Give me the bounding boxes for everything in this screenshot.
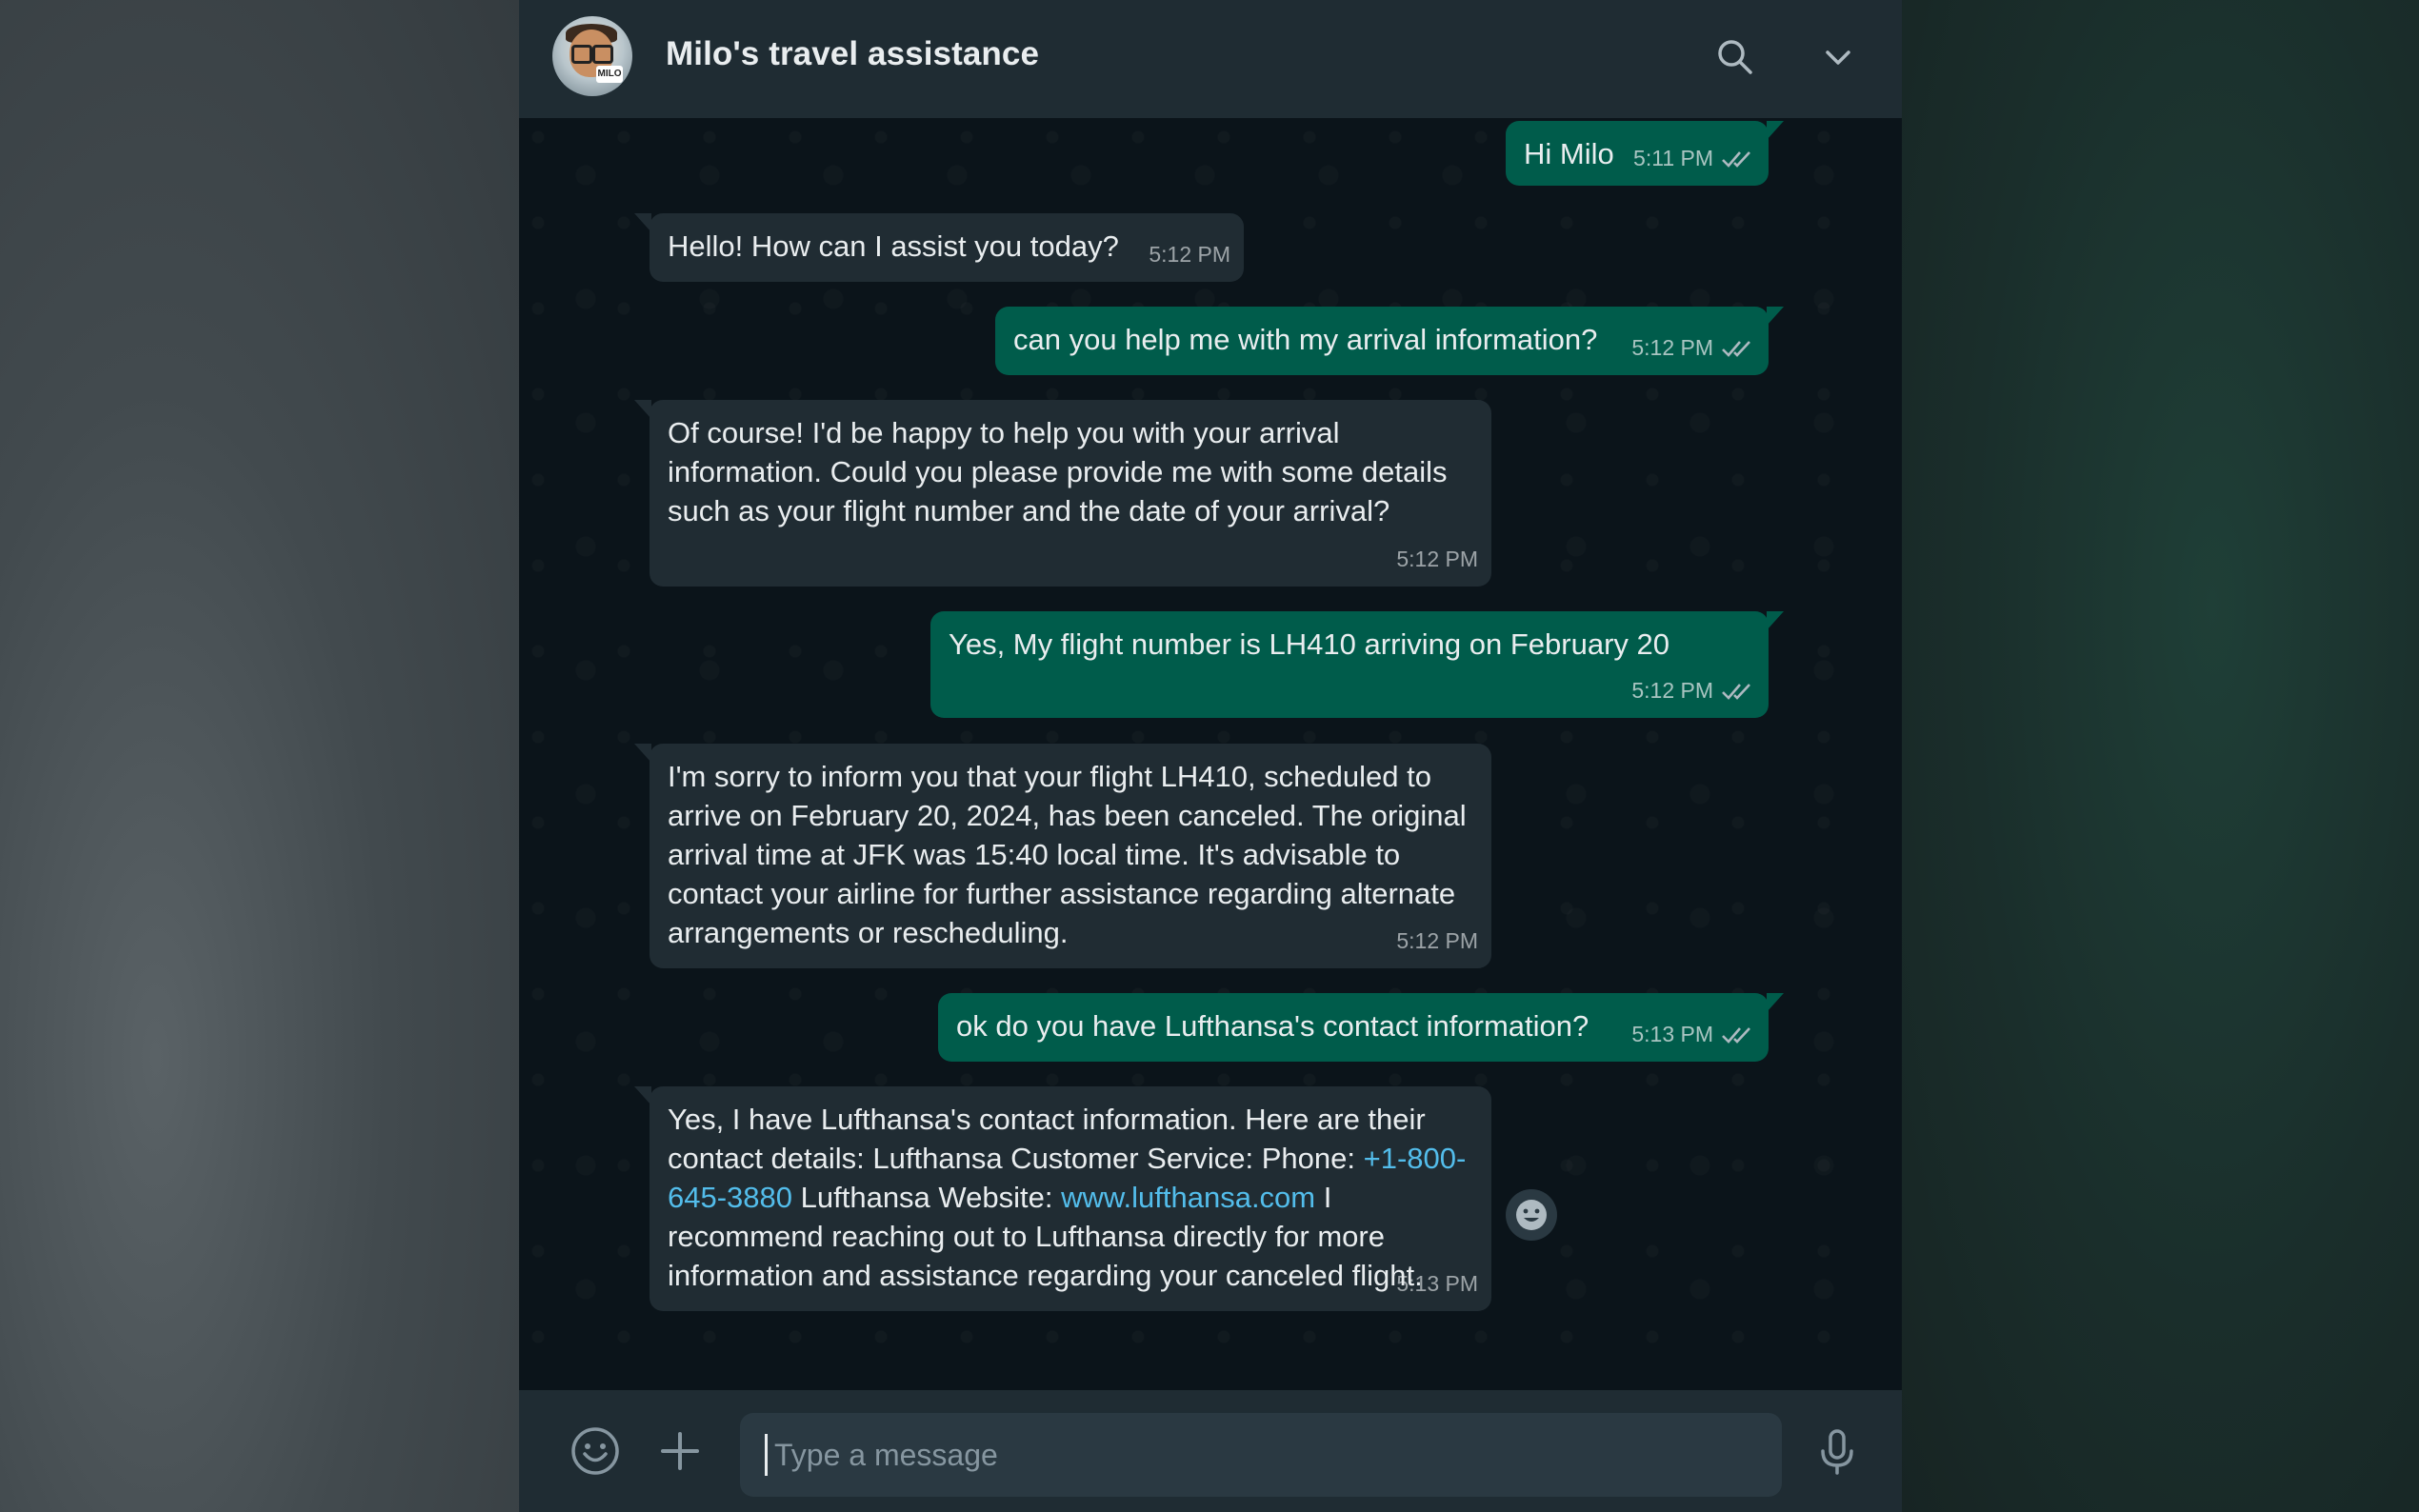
website-link[interactable]: www.lufthansa.com — [1061, 1181, 1315, 1214]
message-meta: 5:13 PM — [1631, 1015, 1755, 1054]
message-text: can you help me with my arrival informat… — [1013, 323, 1598, 356]
emoji-icon[interactable] — [567, 1422, 624, 1480]
desktop-background-right — [1902, 0, 2419, 1512]
message-outgoing[interactable]: Hi Milo 5:11 PM — [1506, 121, 1784, 186]
message-time: 5:12 PM — [1396, 547, 1478, 571]
message-time: 5:13 PM — [1631, 1022, 1713, 1046]
message-text: I'm sorry to inform you that your flight… — [668, 760, 1475, 949]
double-check-icon — [1722, 340, 1750, 357]
message-meta: 5:11 PM — [1633, 139, 1755, 178]
message-input[interactable]: Type a message — [740, 1413, 1782, 1497]
message-text: Hi Milo — [1524, 137, 1614, 170]
search-icon[interactable] — [1714, 36, 1756, 78]
desktop-background-left — [0, 0, 519, 1512]
message-text: Yes, My flight number is LH410 arriving … — [949, 627, 1670, 661]
message-time: 5:11 PM — [1633, 146, 1713, 170]
message-incoming[interactable]: Hello! How can I assist you today? 5:12 … — [634, 213, 1244, 282]
double-check-icon — [1722, 1026, 1750, 1044]
message-time: 5:12 PM — [1631, 678, 1713, 703]
plus-icon[interactable] — [651, 1422, 709, 1480]
avatar[interactable]: MILO — [552, 16, 632, 96]
message-time: 5:13 PM — [1396, 1271, 1478, 1296]
message-meta: 5:12 PM — [1396, 922, 1478, 961]
double-check-icon — [1722, 683, 1750, 700]
message-list[interactable]: Hi Milo 5:11 PM Hello! How can I assist … — [519, 118, 1902, 1390]
message-text: Yes, I have Lufthansa's contact informat… — [668, 1100, 1487, 1295]
message-meta: 5:12 PM — [1631, 671, 1755, 710]
message-incoming[interactable]: Yes, I have Lufthansa's contact informat… — [634, 1086, 1491, 1311]
chat-header: MILO Milo's travel assistance — [519, 0, 1902, 118]
message-outgoing[interactable]: ok do you have Lufthansa's contact infor… — [938, 993, 1784, 1062]
message-incoming[interactable]: Of course! I'd be happy to help you with… — [634, 400, 1491, 587]
message-text-part: Lufthansa Website: — [792, 1181, 1062, 1214]
message-incoming[interactable]: I'm sorry to inform you that your flight… — [634, 744, 1491, 968]
message-text-part: Yes, I have Lufthansa's contact informat… — [668, 1103, 1434, 1175]
chat-window: MILO Milo's travel assistance Hi Milo 5:… — [519, 0, 1902, 1512]
composer-bar: Type a message — [519, 1390, 1902, 1512]
message-time: 5:12 PM — [1149, 242, 1230, 267]
message-meta: 5:12 PM — [1149, 235, 1230, 274]
message-time: 5:12 PM — [1396, 928, 1478, 953]
message-text: Hello! How can I assist you today? — [668, 229, 1119, 263]
message-outgoing[interactable]: can you help me with my arrival informat… — [995, 307, 1784, 375]
reaction-emoji-icon[interactable] — [1506, 1189, 1557, 1241]
message-text: Of course! I'd be happy to help you with… — [668, 416, 1456, 527]
avatar-badge: MILO — [596, 66, 623, 83]
double-check-icon — [1722, 150, 1750, 168]
microphone-icon[interactable] — [1809, 1422, 1866, 1480]
message-meta: 5:12 PM — [1631, 328, 1755, 368]
message-meta: 5:12 PM — [1396, 540, 1478, 579]
message-time: 5:12 PM — [1631, 335, 1713, 360]
message-text: ok do you have Lufthansa's contact infor… — [956, 1009, 1589, 1043]
chat-title[interactable]: Milo's travel assistance — [666, 35, 1039, 73]
message-input-placeholder: Type a message — [774, 1438, 998, 1472]
chevron-down-icon[interactable] — [1817, 36, 1859, 78]
text-caret — [765, 1434, 768, 1476]
message-meta: 5:13 PM — [1396, 1264, 1478, 1303]
message-outgoing[interactable]: Yes, My flight number is LH410 arriving … — [930, 611, 1784, 718]
